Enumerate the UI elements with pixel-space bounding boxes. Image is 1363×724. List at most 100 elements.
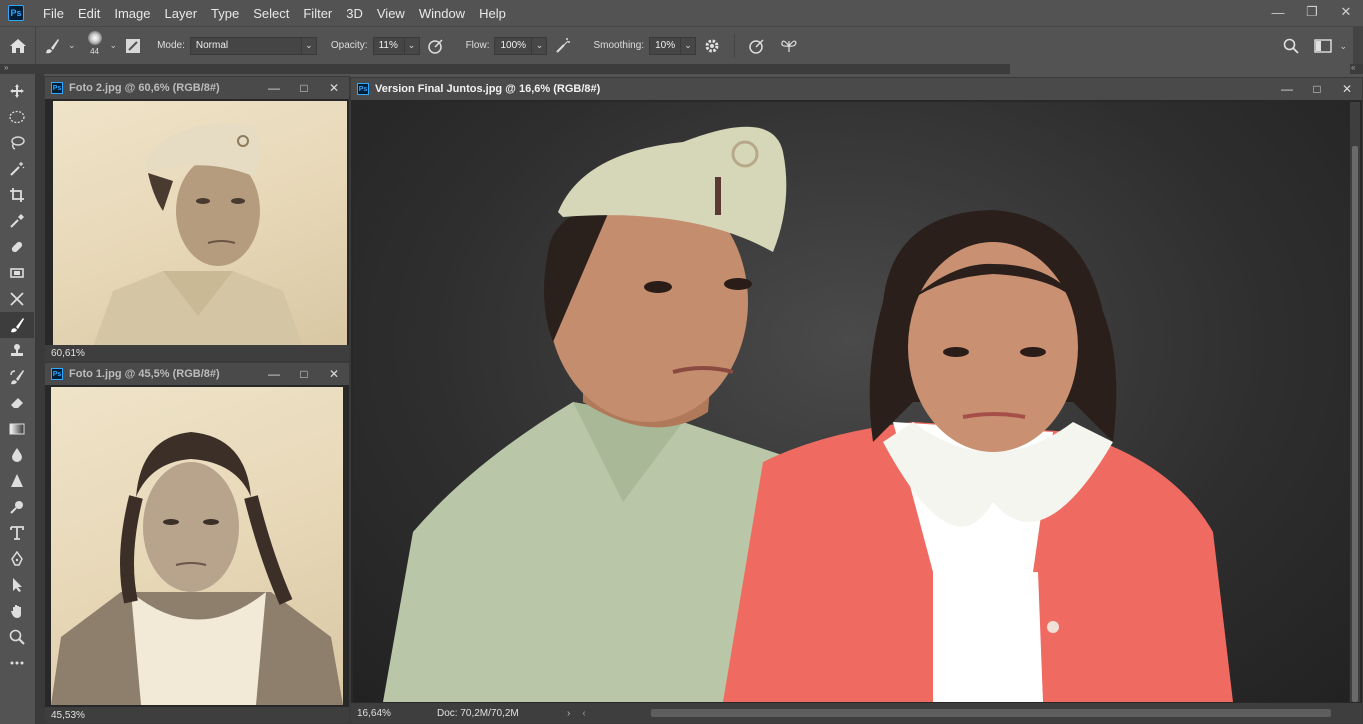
collapse-arrows-icon[interactable]: « bbox=[1351, 63, 1355, 72]
minimize-icon[interactable]: — bbox=[1261, 0, 1295, 24]
brush-tip-icon bbox=[87, 30, 102, 45]
chevron-down-icon[interactable]: ⌄ bbox=[110, 40, 118, 51]
pressure-size-icon[interactable] bbox=[745, 34, 769, 58]
close-icon[interactable]: ✕ bbox=[1329, 0, 1363, 24]
home-icon[interactable] bbox=[0, 26, 36, 65]
options-bar-grip bbox=[1353, 27, 1363, 65]
toolbar-gutter bbox=[36, 74, 44, 724]
menu-window[interactable]: Window bbox=[412, 6, 472, 21]
lasso-tool-icon[interactable] bbox=[0, 130, 34, 156]
document-title: Foto 1.jpg @ 45,5% (RGB/8#) bbox=[69, 368, 220, 380]
document-tab-foto-2[interactable]: Ps Foto 2.jpg @ 60,6% (RGB/8#) — □ ✕ bbox=[45, 77, 349, 99]
menu-type[interactable]: Type bbox=[204, 6, 246, 21]
menu-view[interactable]: View bbox=[370, 6, 412, 21]
document-tab-foto-1[interactable]: Ps Foto 1.jpg @ 45,5% (RGB/8#) — □ ✕ bbox=[45, 363, 349, 385]
menu-select[interactable]: Select bbox=[246, 6, 296, 21]
menu-file[interactable]: File bbox=[36, 6, 71, 21]
opacity-dropdown-icon[interactable]: ⌄ bbox=[404, 36, 420, 55]
document-size[interactable]: Doc: 70,2M/70,2M bbox=[431, 708, 551, 719]
document-window-foto-1[interactable]: Ps Foto 1.jpg @ 45,5% (RGB/8#) — □ ✕ 45,… bbox=[44, 362, 350, 724]
restore-icon[interactable]: ❐ bbox=[1295, 0, 1329, 24]
restore-icon[interactable]: □ bbox=[289, 77, 319, 99]
restore-icon[interactable]: □ bbox=[1302, 78, 1332, 100]
document-title: Version Final Juntos.jpg @ 16,6% (RGB/8#… bbox=[375, 83, 601, 95]
zoom-level[interactable]: 16,64% bbox=[351, 708, 411, 719]
window-controls: — ❐ ✕ bbox=[1261, 0, 1363, 24]
opacity-input[interactable]: 11% bbox=[372, 36, 405, 55]
brush-size-value: 44 bbox=[90, 46, 99, 56]
gear-icon[interactable] bbox=[700, 34, 724, 58]
minimize-icon[interactable]: — bbox=[259, 77, 289, 99]
brush-tool-icon[interactable] bbox=[0, 312, 34, 338]
menu-help[interactable]: Help bbox=[472, 6, 513, 21]
document-window-foto-2[interactable]: Ps Foto 2.jpg @ 60,6% (RGB/8#) — □ ✕ 60,… bbox=[44, 76, 350, 362]
pen-tool-icon[interactable] bbox=[0, 546, 34, 572]
pressure-opacity-icon[interactable] bbox=[424, 34, 448, 58]
flow-input[interactable]: 100% bbox=[494, 36, 533, 55]
ps-document-icon: Ps bbox=[357, 83, 369, 95]
close-icon[interactable]: ✕ bbox=[319, 77, 349, 99]
ps-document-icon: Ps bbox=[51, 368, 63, 380]
sharpen-tool-icon[interactable] bbox=[0, 468, 34, 494]
flow-dropdown-icon[interactable]: ⌄ bbox=[532, 36, 548, 55]
mode-dropdown-icon[interactable]: ⌄ bbox=[301, 36, 317, 55]
history-brush-tool-icon[interactable] bbox=[0, 364, 34, 390]
menu-edit[interactable]: Edit bbox=[71, 6, 107, 21]
brush-size-picker[interactable]: 44 bbox=[84, 30, 106, 61]
vertical-scrollbar[interactable] bbox=[1350, 102, 1360, 702]
photo-man-sepia bbox=[53, 101, 347, 347]
healing-brush-tool-icon[interactable] bbox=[0, 234, 34, 260]
eraser-tool-icon[interactable] bbox=[0, 390, 34, 416]
minimize-icon[interactable]: — bbox=[259, 363, 289, 385]
horizontal-scrollbar[interactable] bbox=[651, 706, 1331, 720]
workspace-icon[interactable] bbox=[1311, 34, 1335, 58]
menu-layer[interactable]: Layer bbox=[158, 6, 205, 21]
path-selection-tool-icon[interactable] bbox=[0, 572, 34, 598]
patch-tool-icon[interactable] bbox=[0, 260, 34, 286]
ps-document-icon: Ps bbox=[51, 82, 63, 94]
airbrush-icon[interactable] bbox=[551, 34, 575, 58]
expand-arrows-icon[interactable]: » bbox=[4, 63, 8, 72]
restore-icon[interactable]: □ bbox=[289, 363, 319, 385]
close-icon[interactable]: ✕ bbox=[319, 363, 349, 385]
marquee-tool-icon[interactable] bbox=[0, 104, 34, 130]
type-tool-icon[interactable] bbox=[0, 520, 34, 546]
chevron-left-icon[interactable]: ‹ bbox=[576, 708, 585, 719]
dodge-tool-icon[interactable] bbox=[0, 494, 34, 520]
zoom-level[interactable]: 60,61% bbox=[45, 348, 85, 359]
search-icon[interactable] bbox=[1279, 34, 1303, 58]
move-tool-icon[interactable] bbox=[0, 78, 34, 104]
symmetry-butterfly-icon[interactable] bbox=[777, 34, 801, 58]
panel-dock-strip: » « « bbox=[0, 63, 1363, 74]
clone-stamp-tool-icon[interactable] bbox=[0, 338, 34, 364]
chevron-down-icon[interactable]: ⌄ bbox=[68, 40, 76, 51]
crop-tool-icon[interactable] bbox=[0, 182, 34, 208]
mode-select[interactable]: Normal bbox=[189, 36, 302, 55]
document-tab-version-final[interactable]: Ps Version Final Juntos.jpg @ 16,6% (RGB… bbox=[351, 78, 1362, 100]
magic-wand-tool-icon[interactable] bbox=[0, 156, 34, 182]
brush-tool-preset-icon[interactable] bbox=[40, 34, 64, 58]
menu-filter[interactable]: Filter bbox=[296, 6, 339, 21]
zoom-tool-icon[interactable] bbox=[0, 624, 34, 650]
brush-settings-panel-icon[interactable] bbox=[121, 34, 145, 58]
menu-3d[interactable]: 3D bbox=[339, 6, 370, 21]
eyedropper-tool-icon[interactable] bbox=[0, 208, 34, 234]
vertical-scrollbar-thumb[interactable] bbox=[1352, 146, 1358, 702]
smoothing-dropdown-icon[interactable]: ⌄ bbox=[681, 36, 697, 55]
photo-woman-sepia bbox=[51, 387, 343, 705]
document-status-bar: 60,61% bbox=[45, 345, 349, 361]
minimize-icon[interactable]: — bbox=[1272, 78, 1302, 100]
document-window-version-final[interactable]: Ps Version Final Juntos.jpg @ 16,6% (RGB… bbox=[350, 77, 1363, 724]
close-icon[interactable]: ✕ bbox=[1332, 78, 1362, 100]
smoothing-input[interactable]: 10% bbox=[649, 36, 682, 55]
chevron-down-icon[interactable]: ⌄ bbox=[1339, 41, 1347, 52]
horizontal-scrollbar-thumb[interactable] bbox=[651, 709, 1331, 717]
blur-tool-icon[interactable] bbox=[0, 442, 34, 468]
more-tools-icon[interactable] bbox=[0, 650, 34, 676]
zoom-level[interactable]: 45,53% bbox=[45, 710, 85, 721]
menu-image[interactable]: Image bbox=[107, 6, 157, 21]
hand-tool-icon[interactable] bbox=[0, 598, 34, 624]
content-aware-move-tool-icon[interactable] bbox=[0, 286, 34, 312]
chevron-right-icon[interactable]: › bbox=[561, 708, 570, 719]
gradient-tool-icon[interactable] bbox=[0, 416, 34, 442]
